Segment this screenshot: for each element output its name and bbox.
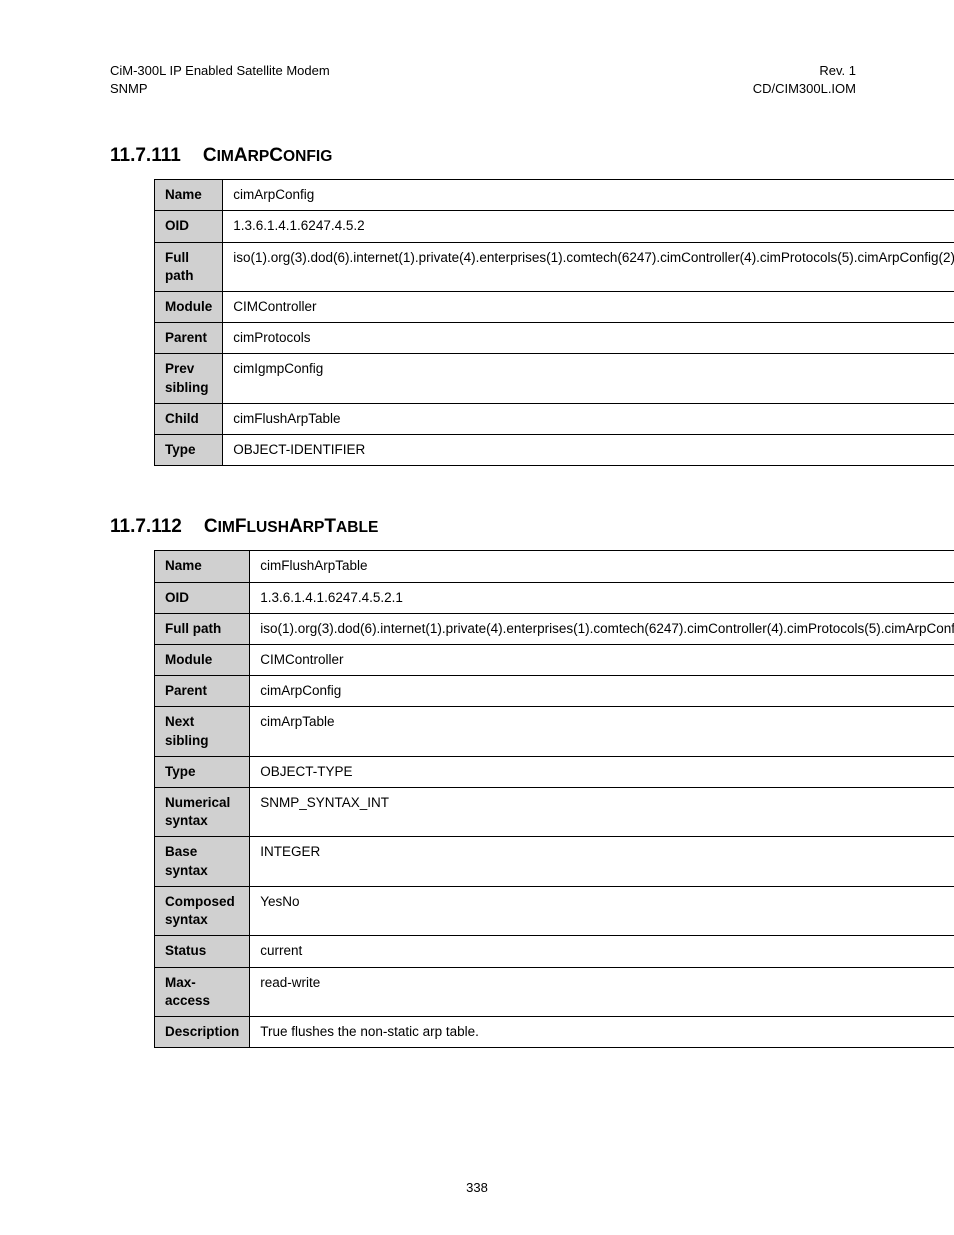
document-page: CiM-300L IP Enabled Satellite Modem SNMP… — [0, 0, 954, 1235]
row-value: cimArpConfig — [223, 180, 954, 211]
row-value: 1.3.6.1.4.1.6247.4.5.2.1 — [250, 582, 954, 613]
row-label: OID — [155, 211, 223, 242]
row-label: Module — [155, 644, 250, 675]
table-row: Base syntaxINTEGER — [155, 837, 954, 886]
row-label: Full path — [155, 613, 250, 644]
page-header: CiM-300L IP Enabled Satellite Modem SNMP… — [110, 62, 856, 97]
row-value: iso(1).org(3).dod(6).internet(1).private… — [223, 242, 954, 291]
row-label: Parent — [155, 323, 223, 354]
table-row: Prev siblingcimIgmpConfig — [155, 354, 954, 403]
table-row: Max-accessread-write — [155, 967, 954, 1016]
page-number: 338 — [0, 1180, 954, 1195]
header-device-title: CiM-300L IP Enabled Satellite Modem — [110, 62, 330, 80]
header-left: CiM-300L IP Enabled Satellite Modem SNMP — [110, 62, 330, 97]
row-label: Full path — [155, 242, 223, 291]
section-number-2: 11.7.112 — [110, 516, 182, 537]
table-row: NamecimArpConfig — [155, 180, 954, 211]
row-label: Parent — [155, 676, 250, 707]
row-label: Max-access — [155, 967, 250, 1016]
section-title-2: CIMFLUSHARPTABLE — [204, 516, 378, 537]
row-label: Type — [155, 756, 250, 787]
row-label: Name — [155, 551, 250, 582]
row-label: Type — [155, 435, 223, 466]
row-label: Composed syntax — [155, 886, 250, 935]
header-revision: Rev. 1 — [753, 62, 856, 80]
row-label: Name — [155, 180, 223, 211]
table-row: Next siblingcimArpTable — [155, 707, 954, 756]
row-value: cimFlushArpTable — [250, 551, 954, 582]
header-right: Rev. 1 CD/CIM300L.IOM — [753, 62, 856, 97]
row-value: True flushes the non-static arp table. — [250, 1017, 954, 1048]
object-table-2-body: NamecimFlushArpTableOID1.3.6.1.4.1.6247.… — [155, 551, 954, 1048]
row-value: CIMController — [223, 291, 954, 322]
table-row: Statuscurrent — [155, 936, 954, 967]
table-row: NamecimFlushArpTable — [155, 551, 954, 582]
table-row: OID1.3.6.1.4.1.6247.4.5.2.1 — [155, 582, 954, 613]
row-label: Prev sibling — [155, 354, 223, 403]
table-row: OID1.3.6.1.4.1.6247.4.5.2 — [155, 211, 954, 242]
row-value: OBJECT-TYPE — [250, 756, 954, 787]
row-value: cimIgmpConfig — [223, 354, 954, 403]
table-row: ModuleCIMController — [155, 291, 954, 322]
table-row: Numerical syntaxSNMP_SYNTAX_INT — [155, 788, 954, 837]
object-table-2: NamecimFlushArpTableOID1.3.6.1.4.1.6247.… — [154, 550, 954, 1048]
table-row: Full pathiso(1).org(3).dod(6).internet(1… — [155, 242, 954, 291]
row-label: Status — [155, 936, 250, 967]
row-label: OID — [155, 582, 250, 613]
table-row: ChildcimFlushArpTable — [155, 403, 954, 434]
row-value: read-write — [250, 967, 954, 1016]
row-value: cimProtocols — [223, 323, 954, 354]
row-value: cimArpConfig — [250, 676, 954, 707]
table-row: ModuleCIMController — [155, 644, 954, 675]
section-heading-2: 11.7.112 CIMFLUSHARPTABLE — [110, 516, 856, 538]
table-row: TypeOBJECT-TYPE — [155, 756, 954, 787]
row-value: YesNo — [250, 886, 954, 935]
object-table-1: NamecimArpConfigOID1.3.6.1.4.1.6247.4.5.… — [154, 179, 954, 466]
row-label: Base syntax — [155, 837, 250, 886]
object-table-1-body: NamecimArpConfigOID1.3.6.1.4.1.6247.4.5.… — [155, 180, 954, 466]
row-value: iso(1).org(3).dod(6).internet(1).private… — [250, 613, 954, 644]
row-value: 1.3.6.1.4.1.6247.4.5.2 — [223, 211, 954, 242]
table-row: TypeOBJECT-IDENTIFIER — [155, 435, 954, 466]
table-row: Full pathiso(1).org(3).dod(6).internet(1… — [155, 613, 954, 644]
row-label: Next sibling — [155, 707, 250, 756]
table-row: Composed syntaxYesNo — [155, 886, 954, 935]
row-label: Description — [155, 1017, 250, 1048]
row-value: OBJECT-IDENTIFIER — [223, 435, 954, 466]
section-title-1: CIMARPCONFIG — [203, 145, 333, 166]
row-value: cimArpTable — [250, 707, 954, 756]
row-label: Child — [155, 403, 223, 434]
row-value: SNMP_SYNTAX_INT — [250, 788, 954, 837]
row-value: cimFlushArpTable — [223, 403, 954, 434]
row-value: current — [250, 936, 954, 967]
table-row: DescriptionTrue flushes the non-static a… — [155, 1017, 954, 1048]
section-number-1: 11.7.111 — [110, 145, 181, 166]
section-heading-1: 11.7.111 CIMARPCONFIG — [110, 145, 856, 167]
table-row: ParentcimArpConfig — [155, 676, 954, 707]
table-row: ParentcimProtocols — [155, 323, 954, 354]
row-value: CIMController — [250, 644, 954, 675]
header-section: SNMP — [110, 80, 330, 98]
header-docid: CD/CIM300L.IOM — [753, 80, 856, 98]
row-label: Module — [155, 291, 223, 322]
row-value: INTEGER — [250, 837, 954, 886]
row-label: Numerical syntax — [155, 788, 250, 837]
